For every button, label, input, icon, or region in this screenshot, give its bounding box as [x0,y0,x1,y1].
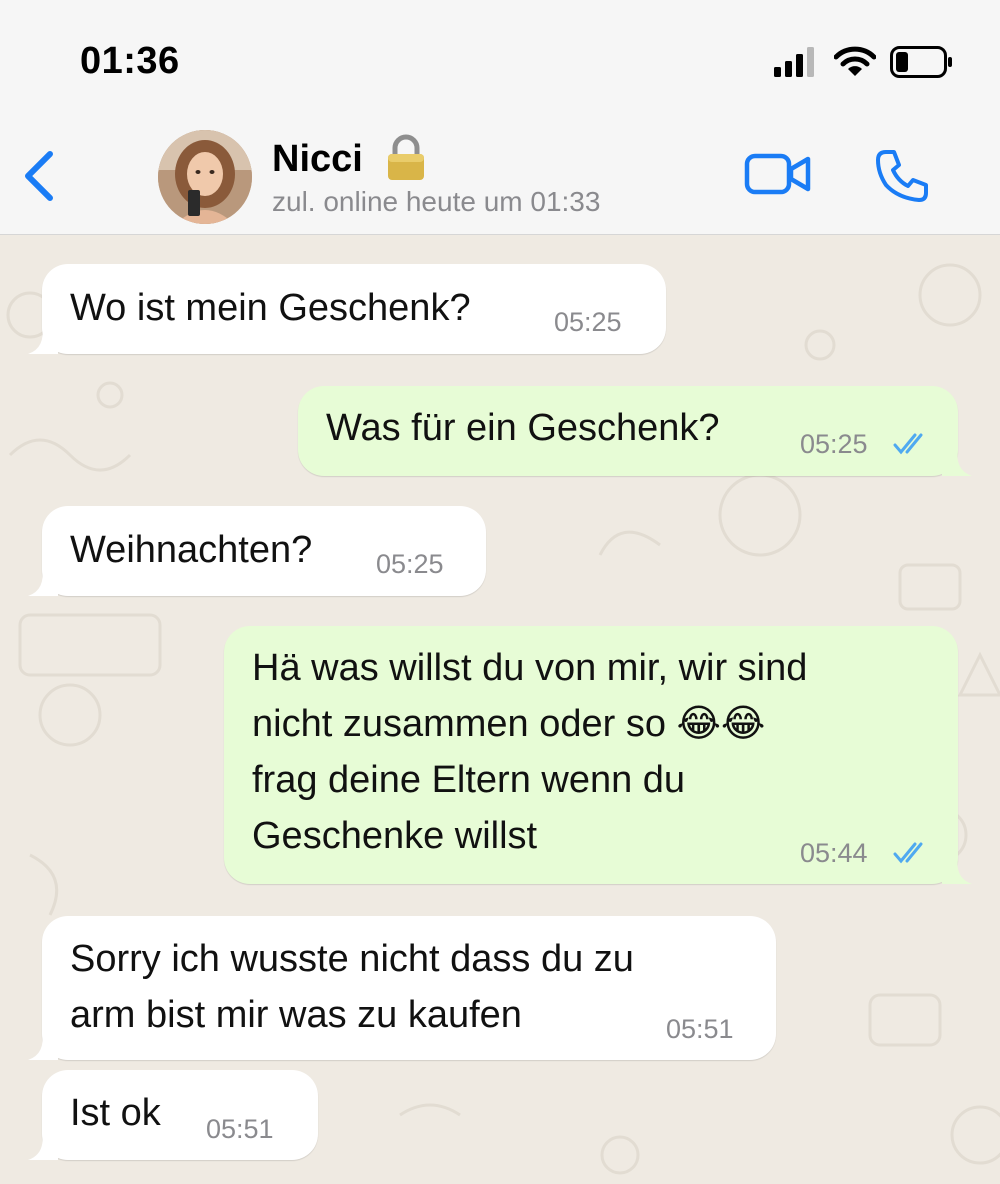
wifi-icon [834,46,876,76]
message-bubble-incoming[interactable]: Ist ok 05:51 [28,1070,318,1160]
message-bubble-incoming[interactable]: Sorry ich wusste nicht dass du zu arm bi… [28,916,776,1060]
status-icons [774,46,954,78]
message-bubble-incoming[interactable]: Wo ist mein Geschenk? 05:25 [28,264,666,354]
bubble-tail [28,1130,58,1160]
chat-area[interactable]: Wo ist mein Geschenk? 05:25 Was für ein … [0,235,1000,1184]
message-text: Ist ok [70,1092,161,1134]
message-bubble-outgoing[interactable]: Was für ein Geschenk? 05:25 [298,386,972,476]
message-time: 05:44 [800,838,868,868]
chat-header: Nicci zul. online heute um 01:33 [0,120,1000,235]
bubble-tail [942,446,972,476]
message-time: 05:25 [376,549,444,579]
message-time: 05:25 [554,307,622,337]
bubble-tail [28,566,58,596]
message-bubble-outgoing[interactable]: Hä was willst du von mir, wir sind nicht… [224,626,972,884]
message-text: Sorry ich wusste nicht dass du zu arm bi… [70,938,634,1036]
lock-icon [388,134,424,180]
message-text: Weihnachten? [70,529,313,571]
bubble-tail [942,854,972,884]
contact-avatar[interactable] [158,130,252,224]
message-text: Wo ist mein Geschenk? [70,287,471,329]
contact-name[interactable]: Nicci [272,138,363,181]
message-text: Was für ein Geschenk? [326,407,720,449]
status-bar: 01:36 [0,0,1000,120]
cellular-signal-icon [774,47,814,77]
video-call-icon[interactable] [744,150,812,198]
phone-call-icon[interactable] [872,146,932,206]
read-receipt-icon [893,433,923,455]
read-receipt-icon [893,842,923,864]
message-text: Hä was willst du von mir, wir sind nicht… [252,647,808,857]
message-bubble-incoming[interactable]: Weihnachten? 05:25 [28,506,486,596]
bubble-tail [28,324,58,354]
last-seen-status: zul. online heute um 01:33 [272,186,601,217]
bubble-tail [28,1030,58,1060]
message-time: 05:51 [206,1114,274,1144]
status-time: 01:36 [80,40,180,82]
battery-icon [890,46,952,78]
message-time: 05:25 [800,429,868,459]
back-chevron-icon[interactable] [18,146,62,206]
message-time: 05:51 [666,1014,734,1044]
